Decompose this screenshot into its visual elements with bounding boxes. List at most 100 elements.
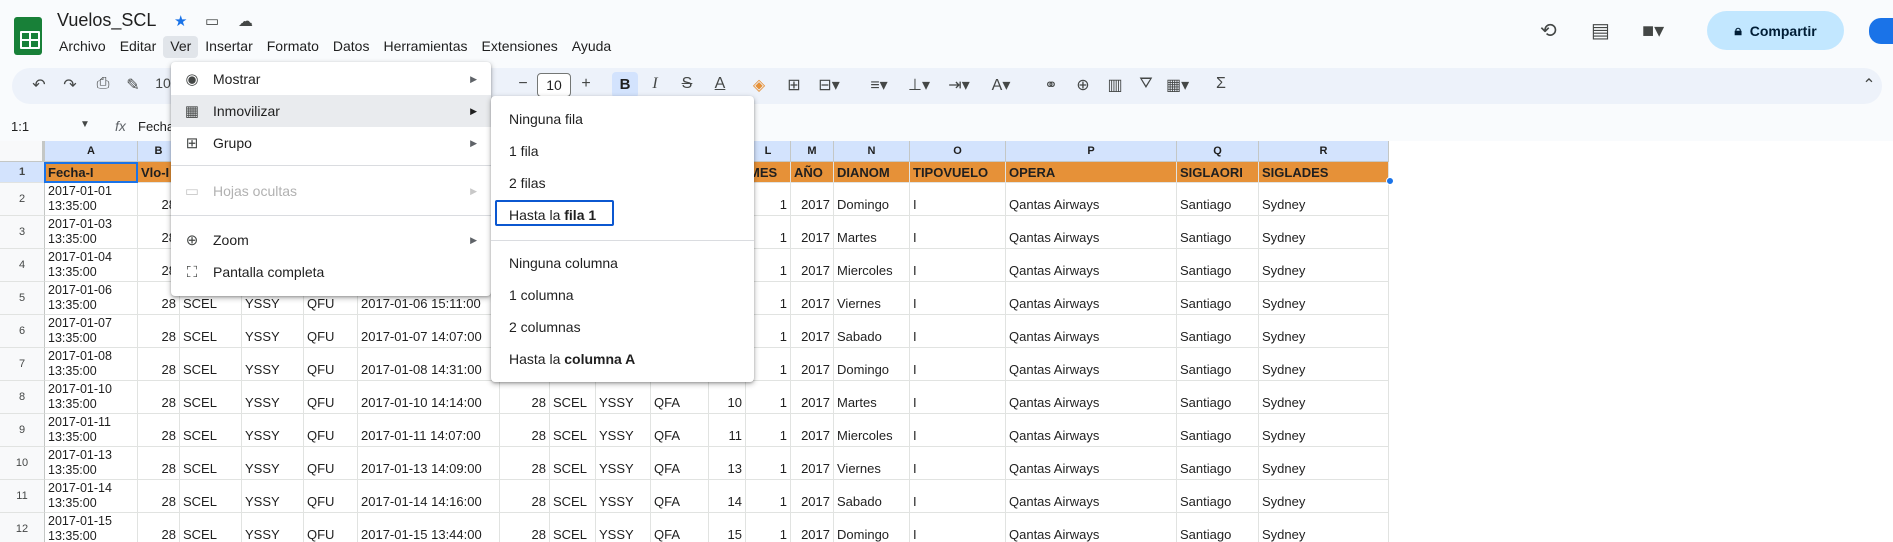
row-header[interactable]: 6 [0, 315, 45, 348]
table-cell[interactable]: 2017 [791, 513, 834, 542]
link-icon[interactable]: ⚭ [1040, 75, 1062, 95]
functions-icon[interactable]: Σ [1210, 75, 1232, 93]
table-cell[interactable]: Santiago [1177, 249, 1259, 282]
align-horizontal-icon[interactable]: ≡▾ [868, 75, 890, 95]
table-cell[interactable]: SCEL [550, 414, 596, 447]
font-size-input[interactable]: 10 [537, 73, 571, 97]
table-cell[interactable]: YSSY [596, 381, 651, 414]
table-cell[interactable]: 2017 [791, 216, 834, 249]
table-cell[interactable]: YSSY [596, 480, 651, 513]
table-cell[interactable]: SCEL [180, 513, 242, 542]
table-cell[interactable]: SCEL [180, 315, 242, 348]
table-cell[interactable]: 2017-01-10 14:14:00 [358, 381, 500, 414]
meet-icon[interactable]: ■▾ [1642, 18, 1664, 43]
row-header[interactable]: 3 [0, 216, 45, 249]
freeze-no-rows[interactable]: Ninguna fila [491, 103, 754, 135]
table-cell[interactable]: Miercoles [834, 249, 910, 282]
table-cell[interactable]: Sydney [1259, 513, 1389, 542]
table-cell[interactable]: 2017 [791, 348, 834, 381]
text-wrap-icon[interactable]: ⇥▾ [948, 75, 970, 95]
table-cell[interactable]: 2017 [791, 480, 834, 513]
insert-chart-icon[interactable]: ▥ [1104, 75, 1126, 95]
table-cell[interactable]: 28 [138, 381, 180, 414]
table-cell[interactable]: SCEL [550, 480, 596, 513]
collapse-toolbar-icon[interactable]: ⌃ [1858, 75, 1880, 95]
table-cell[interactable]: 2017-01-11 13:35:00 [45, 414, 138, 447]
header-cell[interactable]: AÑO [791, 162, 834, 183]
table-cell[interactable]: Martes [834, 216, 910, 249]
menu-item-grupo[interactable]: ⊞ Grupo ▶ [171, 127, 491, 159]
row-header[interactable]: 10 [0, 447, 45, 480]
row-header[interactable]: 8 [0, 381, 45, 414]
table-cell[interactable]: Sabado [834, 315, 910, 348]
increase-font-icon[interactable]: + [575, 75, 597, 93]
column-header[interactable]: A [45, 141, 138, 162]
row-header[interactable]: 1 [0, 162, 45, 183]
table-cell[interactable]: 2017-01-06 13:35:00 [45, 282, 138, 315]
row-header[interactable]: 11 [0, 480, 45, 513]
table-cell[interactable]: 2017 [791, 282, 834, 315]
table-cell[interactable]: SCEL [180, 381, 242, 414]
decrease-font-icon[interactable]: − [512, 75, 534, 93]
table-cell[interactable]: Santiago [1177, 447, 1259, 480]
freeze-up-to-row[interactable]: Hasta la fila 1 [491, 199, 754, 231]
table-cell[interactable]: Sabado [834, 480, 910, 513]
header-cell[interactable]: SIGLADES [1259, 162, 1389, 183]
table-cell[interactable]: 1 [746, 513, 791, 542]
menu-herramientas[interactable]: Herramientas [376, 36, 474, 58]
row-header[interactable]: 4 [0, 249, 45, 282]
cloud-status-icon[interactable]: ☁ [238, 12, 253, 30]
table-cell[interactable]: 1 [746, 447, 791, 480]
table-cell[interactable]: QFA [651, 513, 709, 542]
freeze-1-row[interactable]: 1 fila [491, 135, 754, 167]
table-cell[interactable]: 11 [709, 414, 746, 447]
table-cell[interactable]: 2017-01-11 14:07:00 [358, 414, 500, 447]
table-cell[interactable]: Sydney [1259, 414, 1389, 447]
menu-ayuda[interactable]: Ayuda [565, 36, 618, 58]
table-cell[interactable]: 2017-01-10 13:35:00 [45, 381, 138, 414]
column-header[interactable]: P [1006, 141, 1177, 162]
table-cell[interactable]: Qantas Airways [1006, 282, 1177, 315]
strikethrough-icon[interactable]: S [676, 75, 698, 93]
table-cell[interactable]: Santiago [1177, 414, 1259, 447]
table-cell[interactable]: QFU [304, 348, 358, 381]
insert-comment-icon[interactable]: ⊕ [1072, 75, 1094, 95]
table-cell[interactable]: SCEL [550, 447, 596, 480]
table-cell[interactable]: Viernes [834, 447, 910, 480]
table-cell[interactable]: I [910, 348, 1006, 381]
filter-icon[interactable]: ⛛ [1135, 75, 1157, 93]
table-cell[interactable]: Santiago [1177, 183, 1259, 216]
table-cell[interactable]: YSSY [242, 513, 304, 542]
table-cell[interactable]: I [910, 447, 1006, 480]
table-cell[interactable]: I [910, 381, 1006, 414]
table-cell[interactable]: Sydney [1259, 480, 1389, 513]
header-cell[interactable]: TIPOVUELO [910, 162, 1006, 183]
table-cell[interactable]: Martes [834, 381, 910, 414]
table-cell[interactable]: YSSY [242, 348, 304, 381]
table-cell[interactable]: 2017-01-01 13:35:00 [45, 183, 138, 216]
formula-input[interactable]: Fecha [138, 119, 174, 134]
header-cell[interactable]: DIANOM [834, 162, 910, 183]
table-cell[interactable]: Miercoles [834, 414, 910, 447]
table-cell[interactable]: I [910, 315, 1006, 348]
table-cell[interactable]: I [910, 183, 1006, 216]
table-cell[interactable]: 10 [709, 381, 746, 414]
table-cell[interactable]: 2017-01-07 14:07:00 [358, 315, 500, 348]
table-cell[interactable]: Santiago [1177, 513, 1259, 542]
table-cell[interactable]: Sydney [1259, 315, 1389, 348]
table-cell[interactable]: SCEL [550, 381, 596, 414]
table-cell[interactable]: 28 [500, 480, 550, 513]
table-cell[interactable]: QFA [651, 414, 709, 447]
table-cell[interactable]: QFU [304, 447, 358, 480]
table-cell[interactable]: Qantas Airways [1006, 381, 1177, 414]
table-cell[interactable]: YSSY [596, 513, 651, 542]
italic-icon[interactable]: I [644, 75, 666, 93]
print-icon[interactable]: ⎙ [92, 75, 114, 93]
table-cell[interactable]: I [910, 480, 1006, 513]
table-cell[interactable]: Sydney [1259, 381, 1389, 414]
table-cell[interactable]: QFU [304, 381, 358, 414]
table-cell[interactable]: 28 [500, 447, 550, 480]
table-cell[interactable]: 2017-01-15 13:44:00 [358, 513, 500, 542]
table-cell[interactable]: Domingo [834, 183, 910, 216]
table-cell[interactable]: QFA [651, 381, 709, 414]
